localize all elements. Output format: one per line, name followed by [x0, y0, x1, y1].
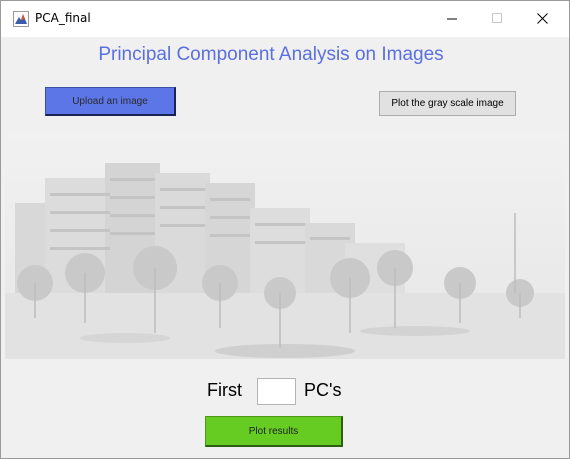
window-title: PCA_final: [35, 11, 91, 25]
title-bar[interactable]: PCA_final: [1, 1, 569, 37]
pcs-label: PC's: [304, 380, 342, 400]
minimize-icon: [447, 18, 457, 20]
maximize-button[interactable]: [475, 1, 521, 37]
app-window: PCA_final Principal Component Analysis o…: [0, 0, 570, 459]
pc-count-input[interactable]: [257, 378, 296, 405]
close-icon: [537, 13, 548, 24]
grayscale-campus-photo: [5, 133, 565, 359]
figure-content: Principal Component Analysis on Images U…: [1, 37, 569, 458]
plot-grayscale-button[interactable]: Plot the gray scale image: [379, 91, 516, 116]
image-display: [5, 133, 565, 359]
page-title: Principal Component Analysis on Images: [98, 44, 444, 65]
maximize-icon: [492, 13, 502, 23]
minimize-button[interactable]: [430, 1, 476, 37]
first-label: First: [207, 380, 242, 400]
upload-image-button[interactable]: Upload an image: [45, 87, 176, 116]
matlab-app-icon: [13, 11, 29, 27]
close-button[interactable]: [520, 1, 566, 37]
plot-results-button[interactable]: Plot results: [205, 416, 343, 447]
